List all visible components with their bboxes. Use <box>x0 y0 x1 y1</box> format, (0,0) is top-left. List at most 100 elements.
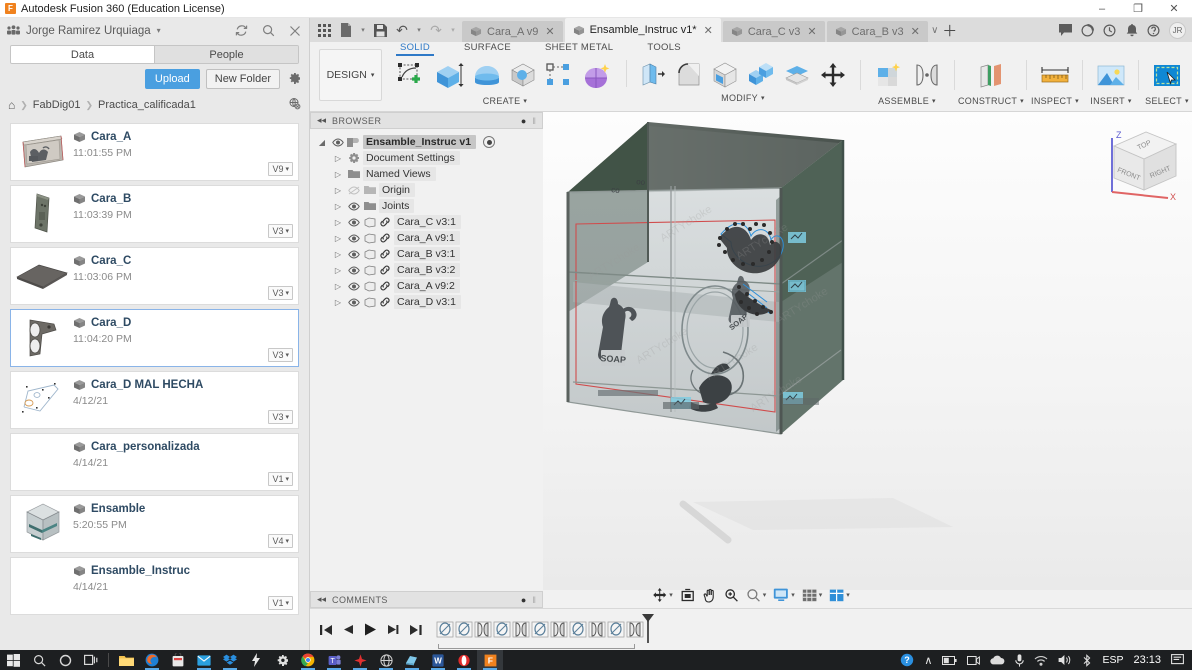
go-to-start-button[interactable] <box>320 624 333 636</box>
undo-chevron-down-icon[interactable]: ▾ <box>414 19 424 41</box>
ribbon-group-label-construct[interactable]: CONSTRUCT ▾ <box>958 96 1024 106</box>
combine-icon[interactable] <box>744 58 778 91</box>
camera-icon[interactable] <box>963 655 984 666</box>
sphere-icon[interactable] <box>506 58 540 91</box>
move-copy-icon[interactable] <box>816 58 850 91</box>
timeline-feature-joint[interactable] <box>550 621 568 638</box>
fillet-icon[interactable] <box>672 58 706 91</box>
comments-panel[interactable]: ◂◂ COMMENTS ● ‖ <box>310 591 543 608</box>
close-data-panel-icon[interactable] <box>288 24 302 38</box>
document-tab-ensamble-instruc[interactable]: Ensamble_Instruc v1* ✕ <box>564 18 721 42</box>
avatar[interactable]: JR <box>1169 21 1186 39</box>
visibility-eye-icon[interactable] <box>347 297 360 307</box>
measure-icon[interactable] <box>1036 58 1074 94</box>
display-settings-icon[interactable]: ▾ <box>770 585 798 605</box>
collapse-icon[interactable]: ◂◂ <box>317 115 326 126</box>
list-item[interactable]: Ensamble 5:20:55 PM V4 ▾ <box>10 495 299 553</box>
redo-chevron-down-icon[interactable]: ▾ <box>448 19 458 41</box>
tree-root-ensamble-instruc[interactable]: ◢ Ensamble_Instruc v1 <box>316 134 543 150</box>
workspace-switcher[interactable]: DESIGN ▾ <box>319 49 382 101</box>
comments-menu-dot-icon[interactable]: ● <box>521 595 526 605</box>
upload-button[interactable]: Upload <box>144 69 200 89</box>
comments-resize-grip[interactable]: ‖ <box>532 595 536 605</box>
breadcrumb-item-practica[interactable]: Practica_calificada1 <box>98 99 196 111</box>
clock[interactable]: 23:13 <box>1129 654 1165 666</box>
browser-resize-grip[interactable]: ‖ <box>532 116 536 126</box>
breadcrumb-item-fabdig01[interactable]: FabDig01 <box>33 99 81 111</box>
windows-start-icon[interactable] <box>0 650 26 670</box>
undo-icon[interactable]: ↶ <box>392 19 412 41</box>
extrude-icon[interactable] <box>430 58 468 94</box>
pattern-icon[interactable] <box>542 58 576 91</box>
activate-component-radio[interactable] <box>483 136 496 148</box>
ribbon-group-label-select[interactable]: SELECT ▾ <box>1145 96 1189 106</box>
firefox-icon[interactable] <box>139 650 165 670</box>
bluetooth-icon[interactable] <box>1078 653 1096 667</box>
viewports-icon[interactable]: ▾ <box>826 585 853 605</box>
3d-viewport[interactable]: SOAP SOAP ARTYchoke ARTYchoke ARTYchoke … <box>543 112 1192 590</box>
list-item[interactable]: Ensamble_Instruc 4/14/21 V1 ▾ <box>10 557 299 615</box>
offset-plane-icon[interactable] <box>972 58 1010 94</box>
revolve-icon[interactable] <box>470 58 504 91</box>
new-component-icon[interactable] <box>870 58 908 94</box>
version-badge[interactable]: V3 ▾ <box>268 348 293 362</box>
fusion-icon[interactable]: F <box>477 650 503 670</box>
close-icon[interactable]: ✕ <box>545 25 554 38</box>
expand-arrow-icon[interactable]: ▷ <box>332 234 344 243</box>
home-icon[interactable]: ⌂ <box>8 98 15 112</box>
user-menu-chevron-down-icon[interactable]: ▾ <box>157 26 161 35</box>
expand-arrow-icon[interactable]: ▷ <box>332 202 344 211</box>
tree-node-cara-a-v9-1[interactable]: ▷ Cara_A v9:1 <box>332 230 543 246</box>
battery-icon[interactable] <box>938 655 961 665</box>
list-item[interactable]: Cara_personalizada 4/14/21 V1 ▾ <box>10 433 299 491</box>
tree-node-document-settings[interactable]: ▷ Document Settings <box>332 150 543 166</box>
tree-node-cara-d-v3-1[interactable]: ▷ Cara_D v3:1 <box>332 294 543 310</box>
document-tab-cara-b[interactable]: Cara_B v3 ✕ <box>826 21 928 42</box>
visibility-eye-icon[interactable] <box>347 249 360 259</box>
tree-node-joints[interactable]: ▷ Joints <box>332 198 543 214</box>
browser-icon[interactable] <box>373 650 399 670</box>
notifications-icon[interactable] <box>1122 21 1141 40</box>
zoom-window-icon[interactable]: ▾ <box>743 585 770 605</box>
tab-people[interactable]: People <box>154 46 298 63</box>
action-center-icon[interactable] <box>1167 654 1188 666</box>
recent-icon[interactable] <box>1100 21 1119 40</box>
tree-node-cara-c-v3-1[interactable]: ▷ Cara_C v3:1 <box>332 214 543 230</box>
view-cube[interactable]: Z X TOP FRONT RIGHT <box>1090 120 1186 204</box>
visibility-eye-icon[interactable] <box>347 265 360 275</box>
file-explorer-icon[interactable] <box>113 650 139 670</box>
app-grid-icon[interactable] <box>314 19 334 41</box>
ribbon-tab-surface[interactable]: SURFACE <box>460 42 515 53</box>
tree-node-cara-b-v3-1[interactable]: ▷ Cara_B v3:1 <box>332 246 543 262</box>
expand-arrow-icon[interactable]: ▷ <box>332 298 344 307</box>
lightning-icon[interactable] <box>243 650 269 670</box>
refresh-icon[interactable] <box>234 24 248 38</box>
visibility-eye-icon[interactable] <box>331 137 344 147</box>
data-panel-settings-gear-icon[interactable] <box>286 71 301 88</box>
timeline-feature-rigid-group[interactable] <box>493 621 511 638</box>
ribbon-group-label-insert[interactable]: INSERT ▾ <box>1090 96 1131 106</box>
tree-node-cara-b-v3-2[interactable]: ▷ Cara_B v3:2 <box>332 262 543 278</box>
shell-icon[interactable] <box>708 58 742 91</box>
cortana-icon[interactable] <box>52 650 78 670</box>
offset-face-icon[interactable] <box>780 58 814 91</box>
teams-icon[interactable]: T <box>321 650 347 670</box>
fit-icon[interactable] <box>677 585 698 605</box>
close-icon[interactable]: ✕ <box>911 25 920 38</box>
tab-data[interactable]: Data <box>11 46 154 63</box>
visibility-eye-off-icon[interactable] <box>347 185 360 195</box>
pan-icon[interactable] <box>699 585 720 605</box>
new-tab-plus-icon[interactable]: ＋ <box>940 18 960 42</box>
save-icon[interactable] <box>370 19 390 41</box>
tree-node-named-views[interactable]: ▷ Named Views <box>332 166 543 182</box>
document-tab-cara-c[interactable]: Cara_C v3 ✕ <box>722 21 825 42</box>
visibility-eye-icon[interactable] <box>347 233 360 243</box>
new-file-chevron-down-icon[interactable]: ▾ <box>358 19 368 41</box>
dropbox-icon[interactable] <box>217 650 243 670</box>
expand-arrow-icon[interactable]: ◢ <box>316 138 328 147</box>
comment-icon[interactable] <box>1056 21 1075 40</box>
step-back-button[interactable] <box>343 624 354 635</box>
tab-overflow-chevron-down-icon[interactable]: ∨ <box>930 18 940 42</box>
word-icon[interactable]: W <box>425 650 451 670</box>
chrome-icon[interactable] <box>295 650 321 670</box>
